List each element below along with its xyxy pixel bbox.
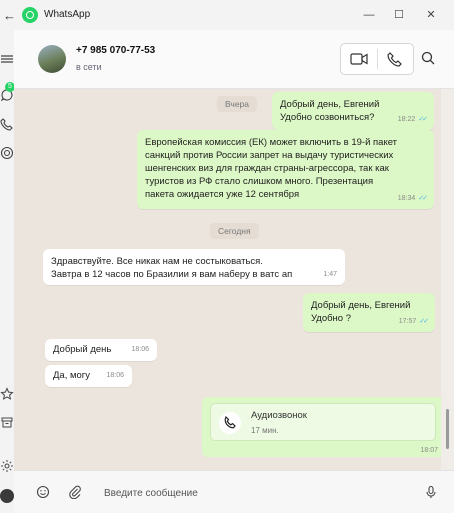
message-bubble-outgoing[interactable]: Европейская комиссия (ЕК) может включить…	[137, 130, 434, 209]
chat-scrollbar[interactable]	[441, 89, 454, 470]
audio-call-card[interactable]: Аудиозвонок 17 мин.	[210, 403, 436, 441]
contact-status: в сети	[76, 62, 102, 72]
whatsapp-logo-icon	[22, 7, 38, 23]
message-text: шенгенских виз для граждан страны-агресс…	[145, 163, 389, 174]
message-bubble-outgoing[interactable]: Добрый день, Евгений Удобно созвониться?…	[272, 92, 434, 130]
back-arrow-icon[interactable]: ←	[3, 8, 16, 23]
archive-icon[interactable]	[0, 415, 14, 429]
message-text: Добрый день, Евгений	[280, 99, 380, 110]
message-time: 17:57 ✓✓	[398, 318, 429, 325]
date-separator: Вчера	[217, 96, 257, 112]
read-ticks-icon: ✓✓	[418, 116, 428, 123]
call-duration: 17 мин.	[251, 426, 279, 435]
message-text: Добрый день, Евгений	[311, 300, 411, 311]
close-button[interactable]: ✕	[418, 5, 444, 25]
maximize-button[interactable]: ☐	[386, 5, 412, 25]
audio-call-message[interactable]: Аудиозвонок 17 мин. 18:07	[202, 397, 441, 457]
scrollbar-thumb[interactable]	[446, 409, 449, 449]
status-icon[interactable]	[0, 146, 14, 160]
video-call-button[interactable]	[341, 44, 377, 74]
message-time: 18:06	[106, 372, 124, 379]
read-ticks-icon: ✓✓	[419, 318, 429, 325]
message-text: пакета ожидается уже 12 сентября	[145, 189, 300, 200]
call-title: Аудиозвонок	[251, 410, 307, 421]
window-title: WhatsApp	[44, 9, 91, 20]
navigation-rail: 5	[0, 30, 15, 512]
message-list[interactable]: Вчера Добрый день, Евгений Удобно созвон…	[14, 89, 441, 470]
message-bubble-incoming[interactable]: Да, могу 18:06	[45, 365, 132, 387]
contact-name[interactable]: +7 985 070-77-53	[76, 45, 155, 56]
message-bubble-incoming[interactable]: Здравствуйте. Все никак нам не состыкова…	[43, 249, 345, 285]
message-input[interactable]	[102, 483, 406, 503]
microphone-icon[interactable]	[424, 485, 438, 499]
message-text: туристов из РФ стало слишком много. През…	[145, 176, 374, 187]
video-call-icon	[350, 53, 368, 65]
date-separator: Сегодня	[210, 223, 259, 239]
message-composer	[14, 470, 454, 513]
settings-icon[interactable]	[0, 459, 14, 473]
message-time: 18:06	[131, 346, 149, 353]
title-bar: ← WhatsApp — ☐ ✕	[0, 0, 454, 30]
message-time: 18:22 ✓✓	[397, 116, 428, 123]
message-bubble-incoming[interactable]: Добрый день 18:06	[45, 339, 157, 361]
profile-avatar[interactable]	[0, 489, 14, 503]
attach-icon[interactable]	[68, 485, 82, 499]
voice-call-button[interactable]	[377, 44, 413, 74]
calls-icon[interactable]	[0, 117, 14, 131]
message-text: Завтра в 12 часов по Бразилии я вам набе…	[51, 269, 293, 280]
menu-icon[interactable]	[0, 52, 14, 66]
message-text: Европейская комиссия (ЕК) может включить…	[145, 137, 398, 148]
emoji-icon[interactable]	[36, 485, 50, 499]
message-bubble-outgoing[interactable]: Добрый день, Евгений Удобно ? 17:57 ✓✓	[303, 293, 435, 332]
read-ticks-icon: ✓✓	[418, 195, 428, 202]
call-button-group	[340, 43, 414, 75]
search-icon[interactable]	[420, 50, 436, 66]
message-time: 18:34 ✓✓	[397, 195, 428, 202]
minimize-button[interactable]: —	[356, 5, 382, 25]
starred-icon[interactable]	[0, 387, 14, 401]
message-time: 18:07	[420, 447, 438, 454]
message-time: 1:47	[323, 271, 337, 278]
message-text: Здравствуйте. Все никак нам не состыкова…	[51, 256, 263, 267]
contact-avatar[interactable]	[38, 45, 66, 73]
phone-call-icon	[219, 412, 241, 434]
voice-call-icon	[387, 52, 402, 67]
chat-header: +7 985 070-77-53 в сети	[14, 30, 454, 89]
message-text: санкций против России запрет на выдачу т…	[145, 150, 394, 161]
